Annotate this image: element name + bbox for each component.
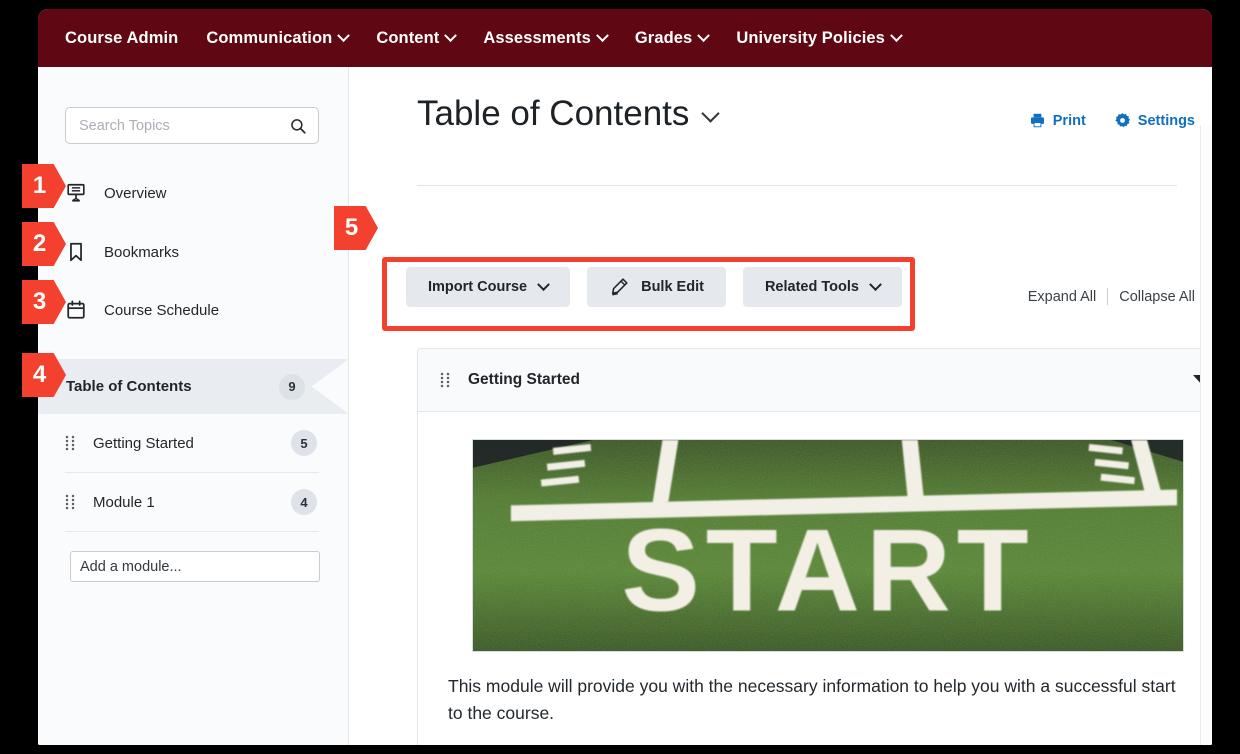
import-course-button[interactable]: Import Course [406,267,570,307]
divider [1107,288,1108,305]
sidebar-item-label: Bookmarks [104,244,179,261]
nav-item-label: Course Admin [65,29,178,48]
nav-item-label: Assessments [483,29,591,48]
printer-icon [1029,112,1046,129]
module-card-header[interactable]: Getting Started [418,349,1212,412]
sidebar-module-getting-started[interactable]: Getting Started 5 [65,414,319,473]
svg-text:START: START [621,505,1034,636]
callout-number: 4 [33,361,46,389]
nav-item-label: Communication [206,29,332,48]
drag-handle-icon[interactable] [65,435,75,451]
main-content: Table of Contents Print [349,67,1212,745]
calendar-icon [65,299,87,321]
chevron-down-icon [537,278,550,291]
nav-item-grades[interactable]: Grades [621,29,722,48]
module-card-getting-started: Getting Started [417,348,1212,745]
vertical-scrollbar[interactable] [1200,125,1212,745]
add-module-placeholder: Add a module... [80,559,182,575]
topic-count-badge: 9 [279,374,305,400]
search-icon [289,117,307,135]
search-topics-field[interactable] [65,107,319,144]
drag-handle-icon[interactable] [65,494,75,510]
page-title-text: Table of Contents [417,94,689,134]
module-label: Getting Started [93,435,291,452]
settings-button[interactable]: Settings [1114,112,1195,129]
chevron-down-icon [697,29,710,42]
add-module-field[interactable]: Add a module... [70,551,320,582]
module-count-badge: 5 [291,430,317,456]
chevron-down-icon [596,29,609,42]
chevron-down-icon [337,29,350,42]
chevron-down-icon[interactable] [702,104,720,122]
callout-number: 2 [33,230,46,258]
sidebar: Overview Bookmarks Course Schedule [38,67,349,745]
module-card-body: START This module will provide you with … [418,412,1212,745]
nav-item-label: Content [376,29,439,48]
nav-item-content[interactable]: Content [362,29,469,48]
nav-item-label: Grades [635,29,692,48]
chevron-down-icon [890,29,903,42]
module-count-badge: 4 [291,489,317,515]
browser-window: Course Admin Communication Content Asses… [38,9,1212,745]
sidebar-item-bookmarks[interactable]: Bookmarks [65,232,319,272]
callout-number: 5 [345,214,358,242]
sidebar-item-label: Table of Contents [66,378,279,395]
related-tools-label: Related Tools [765,279,859,295]
page-body: Overview Bookmarks Course Schedule [38,67,1212,745]
drag-handle-icon[interactable] [440,372,450,388]
bulk-edit-button[interactable]: Bulk Edit [587,267,726,307]
related-tools-button[interactable]: Related Tools [743,267,902,307]
header-divider [417,185,1177,186]
module-paragraph-1: This module will provide you with the ne… [448,673,1193,727]
chevron-down-icon [869,278,882,291]
bookmark-icon [65,241,87,263]
collapse-all-link[interactable]: Collapse All [1119,289,1195,305]
bulk-edit-label: Bulk Edit [641,279,704,295]
header-actions: Print Settings [1029,112,1195,129]
import-course-label: Import Course [428,279,527,295]
module-label: Module 1 [93,494,291,511]
sidebar-module-module-1[interactable]: Module 1 4 [65,473,319,532]
search-input[interactable] [77,117,289,135]
expand-all-link[interactable]: Expand All [1028,289,1097,305]
pencil-edit-icon [609,277,629,297]
nav-item-communication[interactable]: Communication [192,29,362,48]
primary-navigation-bar: Course Admin Communication Content Asses… [38,9,1212,67]
nav-item-course-admin[interactable]: Course Admin [65,29,192,48]
print-button[interactable]: Print [1029,112,1086,129]
sidebar-item-label: Overview [104,185,167,202]
callout-number: 1 [33,172,46,200]
content-toolbar: Import Course Bulk Edit Related Tools [406,267,902,307]
nav-item-university-policies[interactable]: University Policies [722,29,915,48]
sidebar-item-table-of-contents[interactable]: Table of Contents 9 [38,359,349,414]
module-card-title: Getting Started [468,371,1193,389]
settings-label: Settings [1138,113,1195,129]
nav-item-assessments[interactable]: Assessments [469,29,621,48]
expand-collapse-controls: Expand All Collapse All [1028,288,1195,305]
projector-screen-icon [65,182,87,204]
sidebar-item-overview[interactable]: Overview [65,173,319,213]
sidebar-item-course-schedule[interactable]: Course Schedule [65,290,319,330]
chevron-down-icon [444,29,457,42]
page-title[interactable]: Table of Contents [417,94,717,134]
sidebar-item-label: Course Schedule [104,302,219,319]
nav-item-label: University Policies [736,29,885,48]
gear-icon [1114,112,1131,129]
start-turf-image: START [472,439,1184,652]
callout-number: 3 [33,288,46,316]
print-label: Print [1053,113,1086,129]
